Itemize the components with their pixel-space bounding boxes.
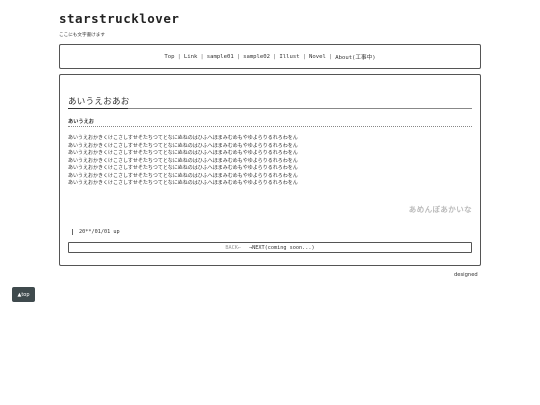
post-date: 20**/01/01 up	[72, 229, 120, 235]
nav-separator: |	[328, 53, 333, 60]
nav-link-illust[interactable]: Illust	[279, 54, 299, 60]
signature-text: あめんぼあかいな	[408, 205, 472, 214]
nav-link-top[interactable]: Top	[164, 54, 174, 60]
nav-separator: |	[236, 53, 241, 60]
body-line: あいうえおかきくけこさしすせそたちつてとなにぬねのはひふへほまみむめもやゆよらり…	[68, 157, 298, 164]
nav-link-novel[interactable]: Novel	[309, 54, 326, 60]
nav-separator: |	[302, 53, 306, 60]
next-link[interactable]: →NEXT(coming soon...)	[249, 245, 315, 251]
heading-underline	[68, 108, 472, 109]
entry-subheading: あいうえお	[68, 119, 94, 125]
entry-body: あいうえおかきくけこさしすせそたちつてとなにぬねのはひふへほまみむめもやゆよらり…	[68, 135, 298, 188]
designed-credit[interactable]: designed	[454, 272, 478, 278]
nav-link-link[interactable]: Link	[184, 54, 197, 60]
back-link[interactable]: BACK←	[225, 245, 241, 251]
nav-separator: |	[177, 53, 181, 60]
back-to-top-button[interactable]: ▲top	[12, 287, 35, 302]
site-description: ここにも文字書けます	[59, 33, 105, 38]
nav-separator: |	[273, 53, 277, 60]
site-title[interactable]: starstrucklover	[59, 11, 179, 26]
body-line: あいうえおかきくけこさしすせそたちつてとなにぬねのはひふへほまみむめもやゆよらり…	[68, 172, 298, 179]
nav-separator: |	[200, 53, 204, 60]
body-line: あいうえおかきくけこさしすせそたちつてとなにぬねのはひふへほまみむめもやゆよらり…	[68, 150, 298, 156]
nav-link-sample01[interactable]: sample01	[207, 54, 234, 60]
navigation-bar: Top | Link | sample01 | sample02 | Illus…	[59, 44, 481, 69]
nav-link-sample02[interactable]: sample02	[243, 54, 270, 60]
nav-link-about[interactable]: About(工事中)	[335, 53, 375, 61]
subheading-divider	[68, 126, 472, 127]
entry-heading: あいうえおあお	[68, 97, 130, 107]
content-panel: あいうえおあお あいうえお あいうえおかきくけこさしすせそたちつてとなにぬねのは…	[59, 74, 481, 266]
body-line: あいうえおかきくけこさしすせそたちつてとなにぬねのはひふへほまみむめもやゆよらり…	[68, 142, 298, 149]
body-line: あいうえおかきくけこさしすせそたちつてとなにぬねのはひふへほまみむめもやゆよらり…	[68, 135, 298, 141]
body-line: あいうえおかきくけこさしすせそたちつてとなにぬねのはひふへほまみむめもやゆよらり…	[68, 180, 298, 186]
body-line: あいうえおかきくけこさしすせそたちつてとなにぬねのはひふへほまみむめもやゆよらり…	[68, 165, 298, 171]
pager: BACK← →NEXT(coming soon...)	[68, 242, 472, 253]
